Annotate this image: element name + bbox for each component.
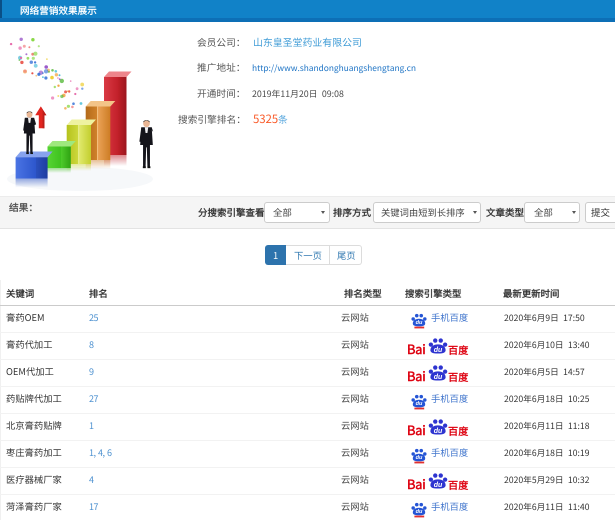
- svg-text:du: du: [434, 428, 443, 435]
- svg-text:du: du: [434, 482, 443, 489]
- svg-text:du: du: [434, 374, 443, 381]
- svg-text:du: du: [434, 347, 443, 354]
